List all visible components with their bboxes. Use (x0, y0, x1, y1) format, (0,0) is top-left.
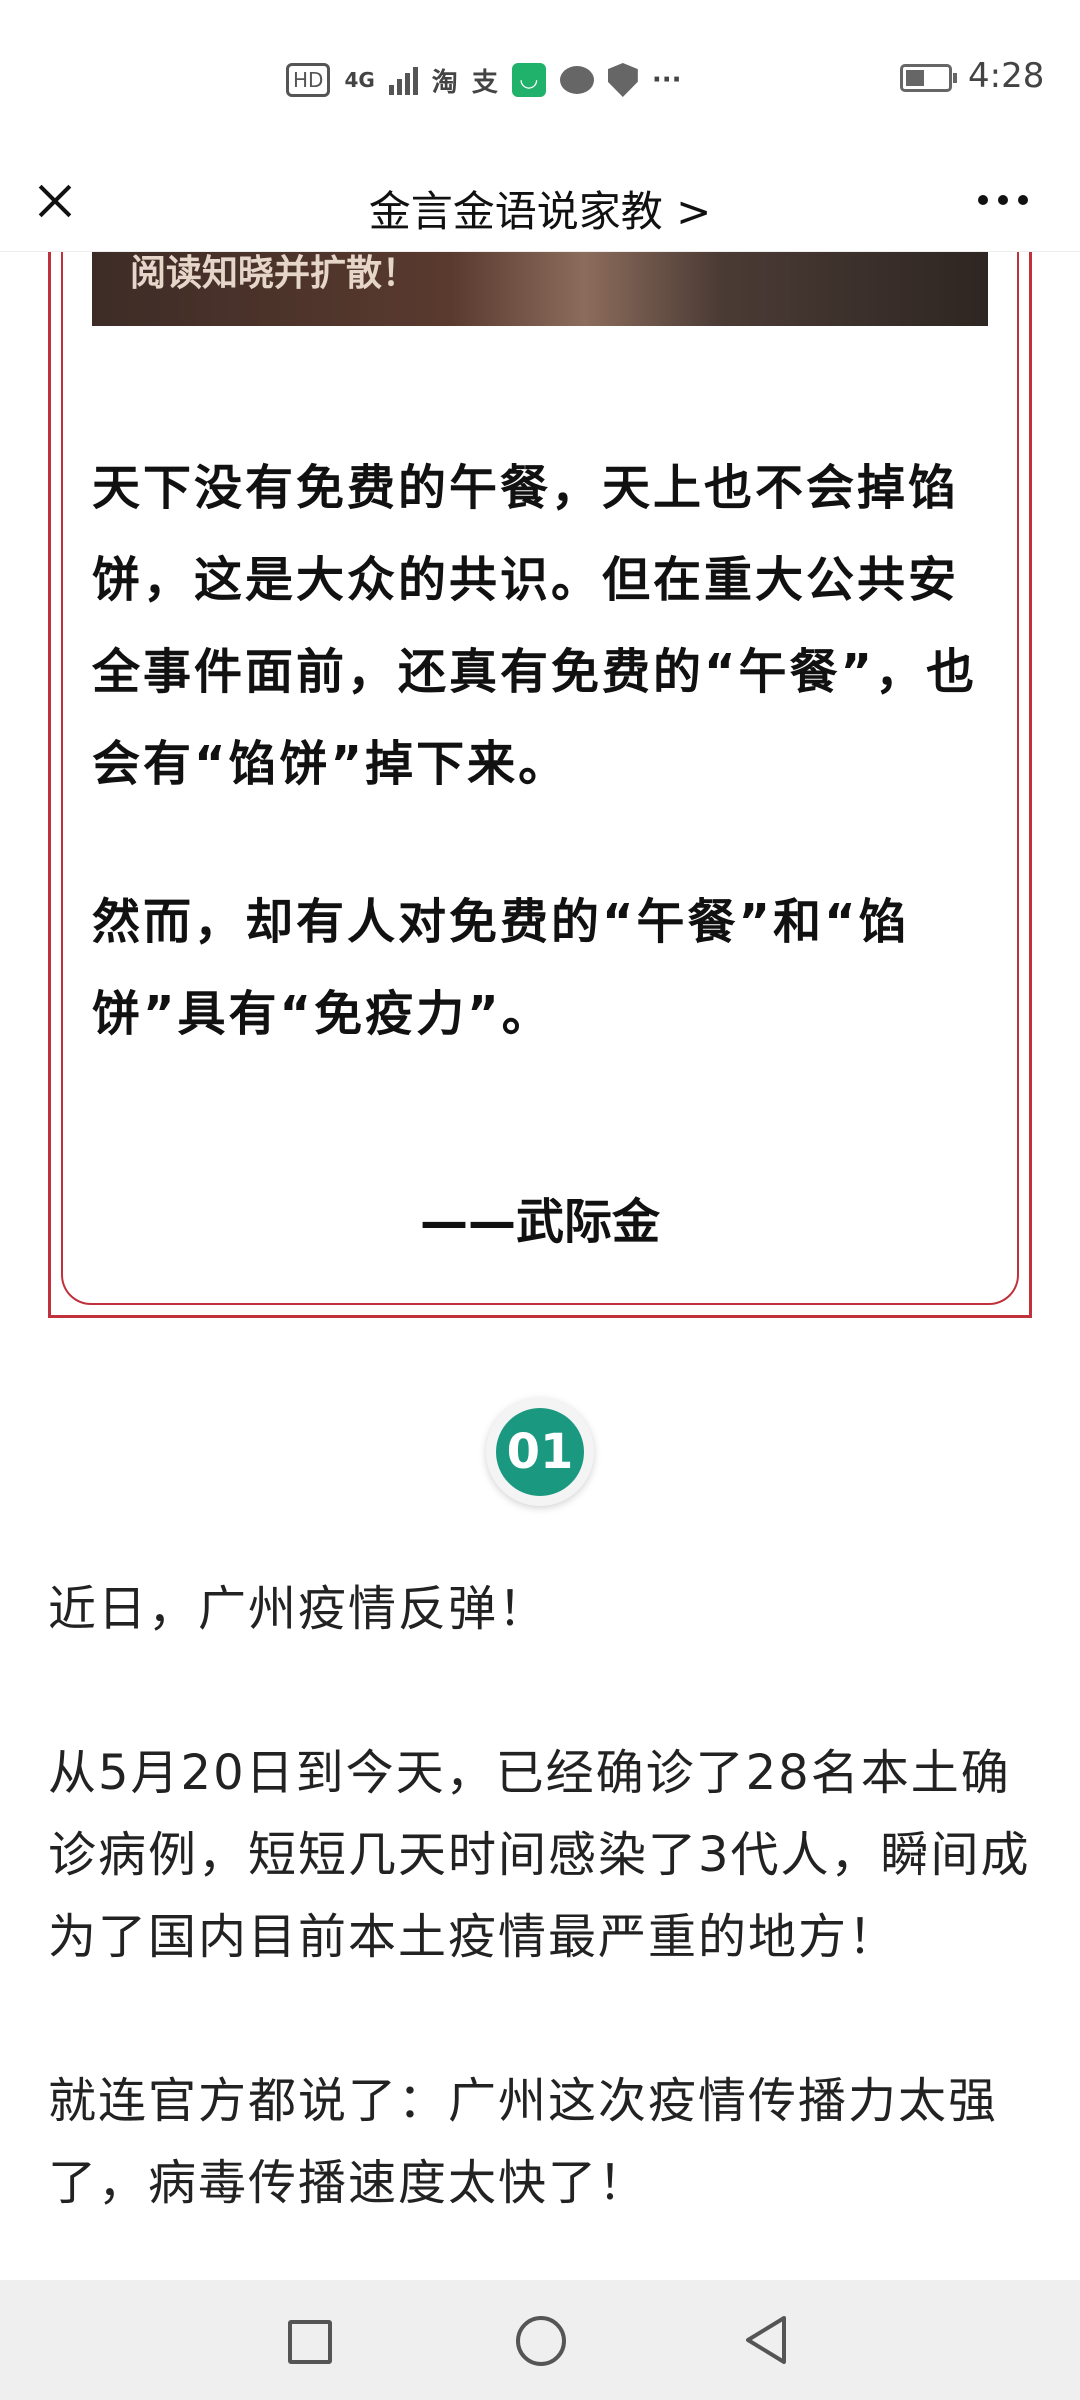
article-body: 近日，广州疫情反弹！ 从5月20日到今天，已经确诊了28名本土确诊病例，短短几天… (48, 1568, 1032, 2280)
quote-author: ——武际金 (419, 1194, 660, 1250)
taobao-icon: 淘 (431, 67, 458, 98)
network-label: 4G (344, 68, 375, 92)
system-nav-bar (0, 2280, 1080, 2400)
quote-paragraph: 天下没有免费的午餐，天上也不会掉馅饼，这是大众的共识。但在重大公共安全事件面前，… (92, 460, 978, 792)
security-app-icon: ◡ (511, 63, 546, 97)
quote-text: 天下没有免费的午餐，天上也不会掉馅饼，这是大众的共识。但在重大公共安全事件面前，… (92, 442, 988, 1126)
article-paragraph: 近日，广州疫情反弹！ (48, 1581, 549, 1637)
section-number-badge: 01 (486, 1398, 594, 1506)
back-icon[interactable] (744, 2314, 788, 2366)
article-paragraph: 就连官方都说了：广州这次疫情传播力太强了，病毒传播速度太快了！ (48, 2073, 999, 2211)
status-icons: HD 4G 淘 支 ◡ ··· (286, 58, 681, 102)
article-paragraph: 从5月20日到今天，已经确诊了28名本土确诊病例，短短几天时间感染了3代人，瞬间… (48, 1745, 1031, 1965)
article-content[interactable]: 阅读知晓并扩散！ 天下没有免费的午餐，天上也不会掉馅饼，这是大众的共识。但在重大… (0, 252, 1080, 2280)
signal-icon (388, 65, 418, 95)
status-time: 4:28 (968, 56, 1045, 96)
chevron-right-icon: > (676, 187, 712, 236)
image-caption: 阅读知晓并扩散！ (130, 253, 419, 294)
quote-paragraph: 然而，却有人对免费的“午餐”和“馅饼”具有“免疫力”。 (92, 894, 910, 1042)
header-image[interactable]: 阅读知晓并扩散！ (92, 252, 988, 326)
section-number: 01 (496, 1408, 584, 1496)
recent-apps-icon[interactable] (288, 2320, 332, 2364)
battery-icon (900, 64, 957, 92)
more-options-button[interactable] (978, 180, 1028, 220)
account-title-link[interactable]: 金言金语说家教 > (0, 178, 1080, 239)
alipay-icon: 支 (471, 67, 498, 98)
status-bar: HD 4G 淘 支 ◡ ··· 4:28 (0, 0, 1080, 160)
nav-bar: 金言金语说家教 > (0, 160, 1080, 252)
message-icon (559, 66, 594, 94)
account-title: 金言金语说家教 (368, 187, 663, 236)
shield-icon (607, 63, 638, 97)
more-notifications-icon: ··· (651, 65, 682, 95)
hd-icon: HD (286, 63, 331, 97)
home-icon[interactable] (516, 2316, 566, 2366)
